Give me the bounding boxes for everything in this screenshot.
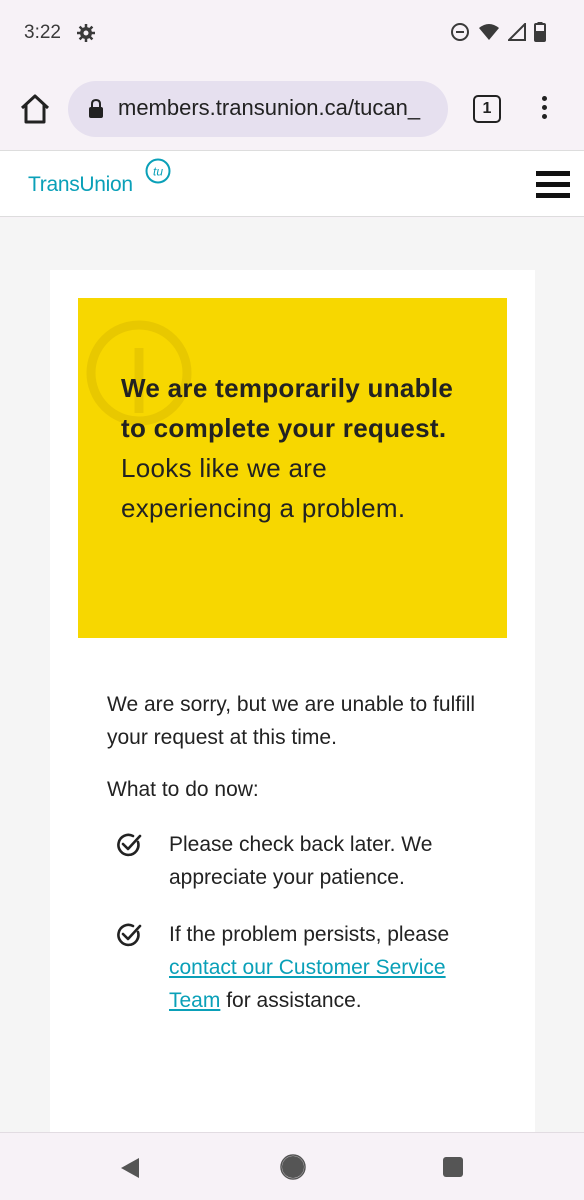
site-header: TransUnion tu bbox=[0, 150, 584, 217]
home-circle-icon[interactable] bbox=[280, 1154, 306, 1180]
todo-text-after: for assistance. bbox=[226, 989, 362, 1012]
tab-switcher-button[interactable]: 1 bbox=[473, 95, 501, 123]
check-circle-icon bbox=[117, 833, 142, 857]
error-card: We are temporarily unable to complete yo… bbox=[50, 270, 535, 1132]
url-text[interactable]: members.transunion.ca/tucan_ bbox=[118, 95, 438, 121]
main-content: We are temporarily unable to complete yo… bbox=[0, 218, 584, 1132]
recent-apps-icon[interactable] bbox=[443, 1157, 463, 1177]
todo-text: If the problem persists, please contact … bbox=[169, 918, 489, 1017]
status-time: 3:22 bbox=[24, 22, 61, 43]
transunion-logo[interactable]: TransUnion bbox=[28, 173, 133, 197]
system-navigation-bar bbox=[0, 1132, 584, 1200]
error-message-regular: Looks like we are experiencing a problem… bbox=[121, 453, 406, 523]
browser-menu-icon[interactable] bbox=[538, 96, 550, 124]
wifi-icon bbox=[479, 24, 499, 40]
apology-text: We are sorry, but we are unable to fulfi… bbox=[107, 693, 476, 749]
settings-gear-icon bbox=[77, 24, 95, 42]
svg-text:tu: tu bbox=[153, 165, 163, 179]
check-circle-icon bbox=[117, 923, 142, 947]
what-to-do-heading: What to do now: bbox=[107, 778, 259, 801]
error-message: We are temporarily unable to complete yo… bbox=[121, 368, 471, 528]
todo-text-before: If the problem persists, please bbox=[169, 923, 450, 946]
lock-icon bbox=[89, 98, 103, 118]
transunion-logo-mark-icon: tu bbox=[145, 158, 171, 184]
error-message-bold: We are temporarily unable to complete yo… bbox=[121, 373, 454, 443]
status-icons bbox=[450, 22, 546, 42]
signal-icon bbox=[508, 23, 526, 41]
browser-toolbar: members.transunion.ca/tucan_ 1 bbox=[0, 70, 584, 150]
status-bar: 3:22 bbox=[0, 0, 584, 70]
error-banner: We are temporarily unable to complete yo… bbox=[78, 298, 507, 638]
hamburger-menu-icon[interactable] bbox=[536, 171, 570, 205]
battery-icon bbox=[534, 22, 546, 42]
do-not-disturb-icon bbox=[451, 23, 469, 41]
todo-text: Please check back later. We appreciate y… bbox=[169, 833, 433, 889]
home-icon[interactable] bbox=[18, 92, 52, 126]
address-bar[interactable]: members.transunion.ca/tucan_ bbox=[68, 81, 448, 137]
back-icon[interactable] bbox=[120, 1157, 140, 1179]
